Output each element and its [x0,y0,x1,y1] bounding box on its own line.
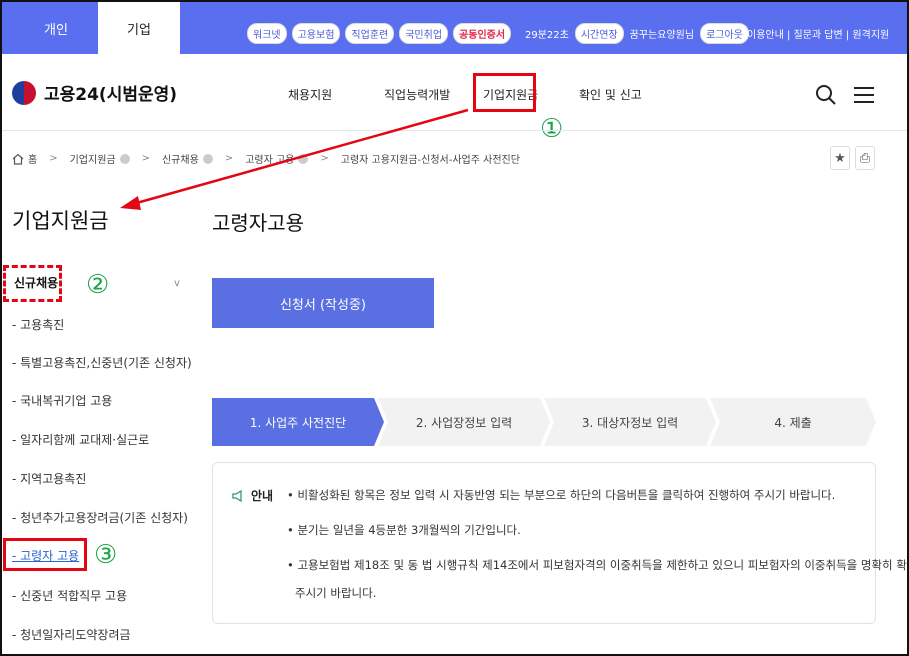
session-timer: 29분22초 [525,30,569,41]
tab-business[interactable]: 기업 [98,2,180,54]
service-links: 워크넷 고용보험 직업훈련 국민취업 공동인증서 [247,23,512,44]
sidebar-section-new-hire[interactable]: 신규채용 [14,274,58,291]
notice-header: 안내 [231,487,273,504]
notice-line: • 비활성화된 항목은 정보 입력 시 자동반영 되는 부분으로 하단의 다음버… [287,488,836,502]
favorite-star-icon[interactable]: ★ [830,146,850,170]
print-icon[interactable]: ⎙ [855,146,875,170]
breadcrumb-separator: > [320,153,329,164]
sidebar-item[interactable]: - 지역고용촉진 [12,470,86,487]
session-area: 29분22초 시간연장 꿈꾸는요양원님 로그아웃 [525,23,749,44]
page-title: 고령자고용 [212,211,304,235]
dropdown-icon[interactable] [202,153,213,164]
top-utility-bar: 개인 기업 워크넷 고용보험 직업훈련 국민취업 공동인증서 29분22초 시간… [2,2,907,54]
application-draft-button[interactable]: 신청서 (작성중) [212,278,434,328]
sidebar-item[interactable]: - 국내복귀기업 고용 [12,392,112,409]
dropdown-icon[interactable] [298,153,309,164]
annotation-2: ② [86,270,110,300]
notice-line: 주시기 바랍니다. [295,586,377,600]
step-1: 1. 사업주 사전진단 [212,398,384,446]
step-3: 3. 대상자정보 입력 [544,398,716,446]
notice-line: • 고용보험법 제18조 및 동 법 시행규칙 제14조에서 피보험자격의 이중… [287,558,909,572]
breadcrumb-separator: > [141,153,150,164]
help-links[interactable]: 이용안내 | 질문과 답변 | 원격지원 [747,26,889,41]
breadcrumb-separator: > [224,153,234,164]
notice-line: • 분기는 일년을 4등분한 3개월씩의 기간입니다. [287,523,521,537]
worknet-link[interactable]: 워크넷 [247,23,287,44]
certificate-link[interactable]: 공동인증서 [453,23,512,44]
breadcrumb-home[interactable]: 홈 [28,151,37,166]
breadcrumb-new-hire[interactable]: 신규채용 [162,151,199,166]
nav-vocational-training[interactable]: 직업능력개발 [384,86,450,103]
notice-box: 안내 • 비활성화된 항목은 정보 입력 시 자동반영 되는 부분으로 하단의 … [212,462,909,624]
sidebar-item[interactable]: - 신중년 적합직무 고용 [12,587,127,604]
breadcrumb-elderly[interactable]: 고령자 고용 [245,151,294,166]
taegeuk-logo-icon [12,80,36,105]
national-employment-link[interactable]: 국민취업 [399,23,449,44]
site-logo[interactable]: 고용24(시범운영) [12,80,177,105]
job-training-link[interactable]: 직업훈련 [345,23,395,44]
annotation-3: ③ [94,540,118,570]
megaphone-icon [232,489,242,502]
sidebar-item[interactable]: - 고용촉진 [12,316,64,333]
nav-recruitment[interactable]: 채용지원 [288,86,332,103]
breadcrumb-subsidy[interactable]: 기업지원금 [70,151,116,166]
extend-session-button[interactable]: 시간연장 [574,23,624,44]
hamburger-menu-icon[interactable] [853,84,875,106]
breadcrumb-separator: > [49,153,58,164]
logo-text: 고용24(시범운영) [44,85,178,105]
divider [2,130,907,131]
step-2: 2. 사업장정보 입력 [378,398,550,446]
annotation-1: ① [540,114,564,144]
breadcrumb-current: 고령자 고용지원금-신청서-사업주 사전진단 [340,155,520,166]
sidebar-title: 기업지원금 [12,209,109,233]
home-icon [12,153,24,165]
highlight-box-nav [473,73,536,112]
dropdown-icon[interactable] [119,153,130,164]
notice-label: 안내 [251,489,274,503]
employment-insurance-link[interactable]: 고용보험 [291,23,341,44]
sidebar-item[interactable]: - 청년일자리도약장려금 [12,626,131,643]
sidebar-item-elderly[interactable]: - 고령자 고용 [12,547,79,564]
tab-personal[interactable]: 개인 [12,2,100,54]
sidebar-item[interactable]: - 청년추가고용장려금(기존 신청자) [12,509,188,526]
sidebar-item[interactable]: - 일자리함께 교대제·실근로 [12,431,149,448]
logout-button[interactable]: 로그아웃 [700,23,749,44]
nav-confirm-report[interactable]: 확인 및 신고 [579,86,642,103]
step-4: 4. 제출 [710,398,876,446]
search-icon[interactable] [815,84,837,106]
step-indicator: 1. 사업주 사전진단 2. 사업장정보 입력 3. 대상자정보 입력 4. 제… [212,398,876,446]
user-name: 꿈꾸는요양원님 [629,30,695,41]
sidebar-item[interactable]: - 특별고용촉진,신중년(기존 신청자) [12,354,192,371]
breadcrumb: 홈 > 기업지원금 > 신규채용 > 고령자 고용 > 고령자 고용지원금-신청… [12,151,520,166]
chevron-down-icon[interactable]: v [174,278,180,289]
